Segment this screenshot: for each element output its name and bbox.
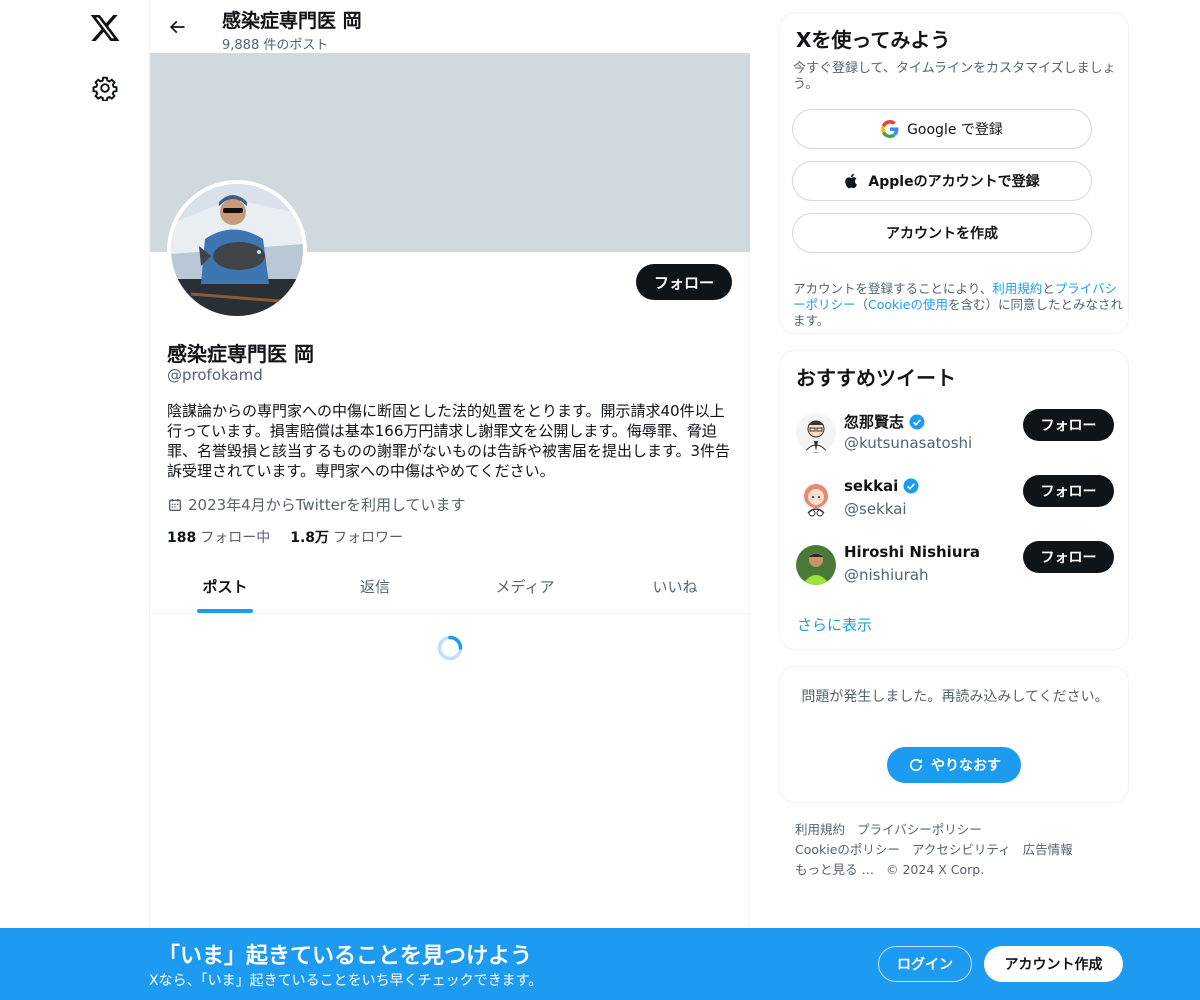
google-signup-button[interactable]: Google で登録 [792, 109, 1092, 149]
x-logo-icon[interactable] [89, 12, 121, 44]
create-account-label: アカウントを作成 [886, 226, 998, 242]
following-label: フォロー中 [200, 530, 271, 546]
suggestion-item[interactable]: sekkai @sekkai フォロー [796, 475, 1114, 525]
suggestions-title: おすすめツイート [796, 366, 956, 390]
error-message: 問題が発生しました。再読み込みしてください。 [801, 689, 1109, 705]
active-tab-indicator [197, 609, 253, 613]
profile-avatar[interactable] [167, 180, 307, 320]
joined-date: 2023年4月からTwitterを利用しています [167, 494, 466, 515]
profile-handle: @profokamd [167, 366, 263, 384]
suggestion-name-text: 忽那賢志 [844, 413, 905, 431]
suggestion-follow-button[interactable]: フォロー [1023, 475, 1114, 507]
tab-likes[interactable]: いいね [600, 560, 750, 613]
suggestion-name-text: sekkai [844, 477, 899, 495]
header-post-count: 9,888 件のポスト [222, 38, 329, 53]
verified-badge-icon [903, 478, 919, 494]
suggestion-item[interactable]: 忽那賢志 @kutsunasatoshi フォロー [796, 409, 1114, 459]
tab-media[interactable]: メディア [450, 560, 600, 613]
login-button[interactable]: ログイン [878, 946, 972, 982]
suggestion-avatar [796, 413, 836, 453]
show-more-link[interactable]: さらに表示 [797, 614, 872, 635]
refresh-icon [909, 758, 923, 772]
tab-replies-label: 返信 [359, 578, 390, 596]
left-nav [0, 0, 150, 1000]
suggestion-item[interactable]: Hiroshi Nishiura @nishiurah フォロー [796, 541, 1114, 591]
signup-button[interactable]: アカウント作成 [984, 946, 1123, 982]
bottom-bar-title: 「いま」起きていることを見つけよう [158, 944, 533, 969]
profile-header-bar: 感染症専門医 岡 9,888 件のポスト [150, 0, 750, 53]
footer-link[interactable]: 利用規約 [795, 822, 845, 837]
suggestion-follow-button[interactable]: フォロー [1023, 541, 1114, 573]
suggestion-name-text: Hiroshi Nishiura [844, 543, 981, 561]
verified-badge-icon [909, 414, 925, 429]
suggestion-handle: @nishiurah [844, 566, 929, 584]
suggestion-handle: @sekkai [844, 500, 907, 518]
signup-card-subtitle: 今すぐ登録して、タイムラインをカスタマイズしましょう。 [793, 61, 1116, 92]
followers-count: 1.8万 [290, 530, 330, 546]
settings-gear-icon[interactable] [92, 75, 118, 101]
profile-bio: 陰謀論からの専門家への中傷に断固とした法的処置をとります。開示請求40件以上行っ… [167, 402, 731, 480]
apple-signup-button[interactable]: Appleのアカウントで登録 [792, 161, 1092, 201]
apple-logo-icon [845, 173, 858, 189]
suggestion-avatar [796, 545, 836, 585]
profile-tabs: ポスト 返信 メディア いいね [150, 560, 750, 614]
suggestion-avatar [796, 479, 836, 519]
suggestion-name: sekkai [844, 477, 920, 495]
footer-link[interactable]: 広告情報 [1023, 842, 1073, 857]
login-prompt-bar: 「いま」起きていることを見つけよう Xなら、「いま」起きていることをいち早くチェ… [0, 928, 1200, 1000]
retry-label: やりなおす [931, 758, 1001, 774]
back-button[interactable] [162, 12, 192, 42]
profile-name: 感染症専門医 岡 [167, 342, 314, 366]
tab-replies[interactable]: 返信 [300, 560, 450, 613]
footer-link[interactable]: アクセシビリティ [912, 842, 1011, 857]
terms-text: アカウントを登録することにより、利用規約とプライバシーポリシー（Cookieの使… [793, 281, 1123, 329]
tab-posts[interactable]: ポスト [150, 560, 300, 613]
signup-card: Xを使ってみよう 今すぐ登録して、タイムラインをカスタマイズしましょう。 Goo… [779, 12, 1129, 334]
terms-text-1: アカウントを登録することにより、 [793, 281, 993, 296]
profile-column: 感染症専門医 岡 9,888 件のポスト フォロー 感染症専門医 岡 @prof… [149, 0, 750, 1000]
error-card: 問題が発生しました。再読み込みしてください。 やりなおす [779, 666, 1129, 803]
suggestion-name: 忽那賢志 [844, 411, 926, 432]
follow-stats: 188 フォロー中 1.8万 フォロワー [167, 527, 403, 547]
signup-card-title: Xを使ってみよう [796, 28, 951, 52]
create-account-button[interactable]: アカウントを作成 [792, 213, 1092, 253]
tab-posts-label: ポスト [202, 578, 248, 596]
terms-text-3: （ [855, 297, 869, 312]
footer-link[interactable]: Cookieのポリシー [795, 842, 900, 857]
retry-button[interactable]: やりなおす [887, 747, 1021, 783]
suggestions-card: おすすめツイート 忽那賢志 @kutsunasatoshi フォロー sekka… [779, 350, 1129, 650]
calendar-icon [169, 498, 181, 511]
followers-label: フォロワー [333, 530, 404, 546]
tab-media-label: メディア [495, 578, 555, 596]
suggestion-follow-button[interactable]: フォロー [1023, 409, 1114, 441]
apple-signup-label: Appleのアカウントで登録 [868, 174, 1040, 190]
tab-likes-label: いいね [652, 578, 698, 596]
footer-more-link[interactable]: もっと見る … [795, 862, 874, 877]
bottom-bar-subtitle: Xなら、「いま」起きていることをいち早くチェックできます。 [149, 973, 543, 989]
loading-spinner-icon [437, 635, 463, 661]
footer-link[interactable]: プライバシーポリシー [857, 822, 982, 837]
cookie-link[interactable]: Cookieの使用 [868, 297, 948, 312]
suggestion-handle: @kutsunasatoshi [844, 434, 973, 452]
followers-link[interactable]: 1.8万 フォロワー [290, 527, 403, 547]
google-logo-icon [881, 120, 899, 138]
following-link[interactable]: 188 フォロー中 [167, 527, 270, 547]
suggestion-name: Hiroshi Nishiura [844, 543, 980, 561]
arrow-left-icon [169, 20, 185, 34]
footer-copyright: © 2024 X Corp. [885, 862, 985, 877]
footer-links: 利用規約 プライバシーポリシー Cookieのポリシー アクセシビリティ 広告情報 も… [795, 820, 1115, 880]
google-signup-label: Google で登録 [907, 122, 1003, 138]
header-title: 感染症専門医 岡 [222, 10, 362, 32]
following-count: 188 [167, 530, 197, 546]
follow-button[interactable]: フォロー [635, 264, 732, 300]
joined-text: 2023年4月からTwitterを利用しています [188, 496, 466, 514]
terms-link[interactable]: 利用規約 [992, 281, 1042, 296]
terms-text-2: と [1042, 281, 1055, 296]
